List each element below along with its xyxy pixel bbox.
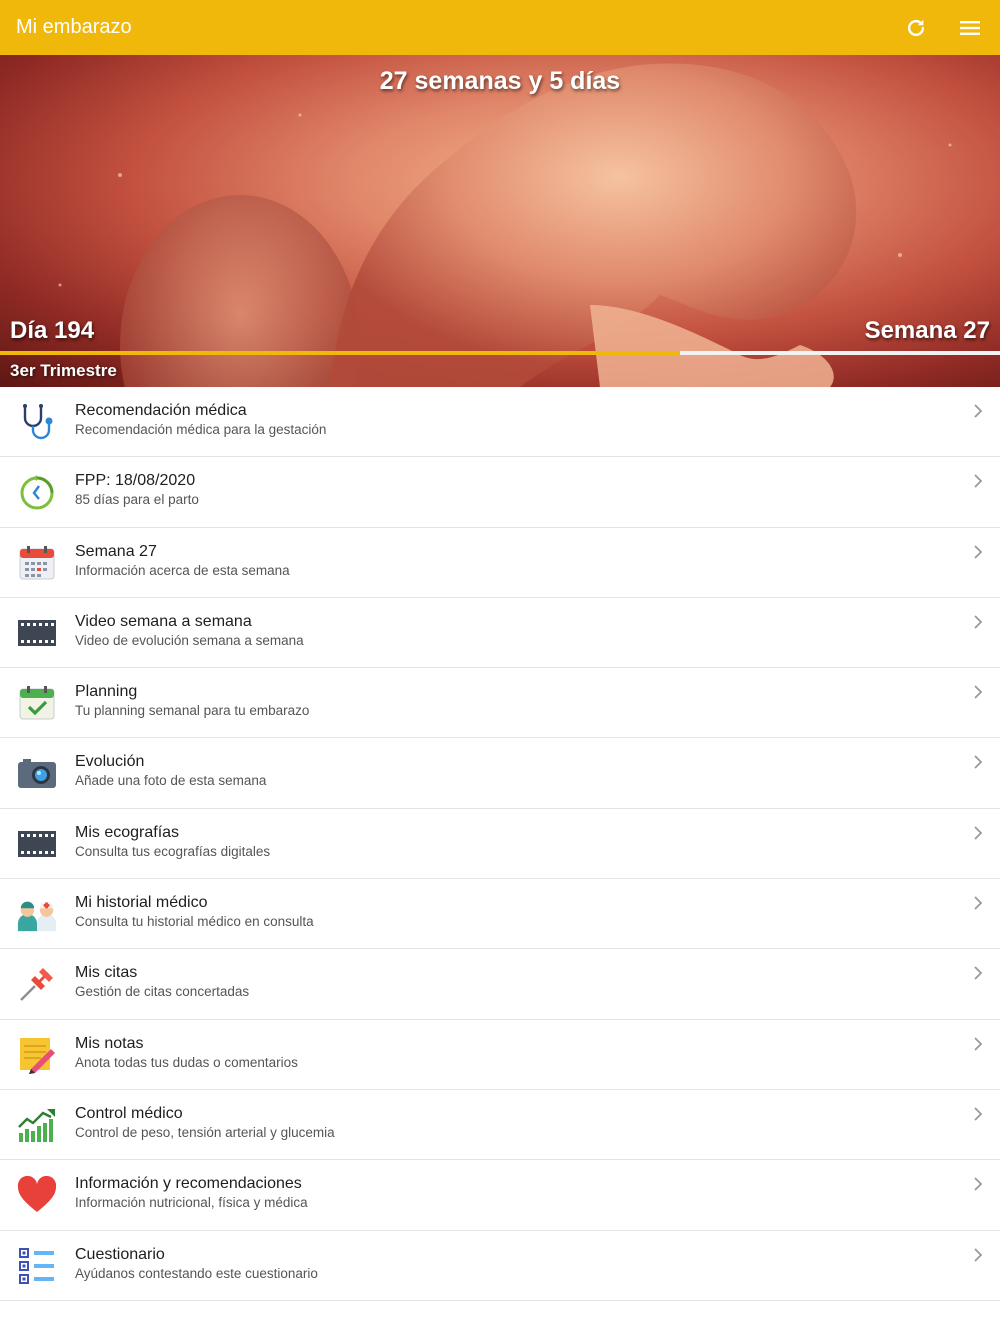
menu-item-citas[interactable]: Mis citas Gestión de citas concertadas bbox=[0, 949, 1000, 1020]
menu-item-subtitle: Información nutricional, física y médica bbox=[75, 1195, 308, 1211]
menu-item-subtitle: Añade una foto de esta semana bbox=[75, 773, 267, 789]
menu-icon[interactable] bbox=[958, 16, 982, 40]
chevron-right-icon bbox=[974, 896, 983, 910]
menu-item-subtitle: Información acerca de esta semana bbox=[75, 562, 290, 578]
chevron-right-icon bbox=[974, 474, 983, 488]
menu-item-title: Mi historial médico bbox=[75, 894, 208, 912]
film-strip-icon bbox=[16, 613, 58, 653]
countdown-clock-icon bbox=[16, 472, 58, 512]
menu-item-title: Video semana a semana bbox=[75, 612, 252, 630]
menu-item-semana[interactable]: Semana 27 Información acerca de esta sem… bbox=[0, 528, 1000, 598]
menu-item-title: Mis ecografías bbox=[75, 823, 180, 841]
menu-item-subtitle: Ayúdanos contestando este cuestionario bbox=[75, 1265, 318, 1281]
checklist-icon bbox=[16, 1246, 58, 1286]
chevron-right-icon bbox=[974, 1177, 983, 1191]
gestation-headline: 27 semanas y 5 días bbox=[379, 67, 621, 95]
calendar-check-icon bbox=[16, 683, 58, 723]
menu-item-title: Cuestionario bbox=[75, 1245, 165, 1263]
trimester-label: 3er Trimestre bbox=[10, 361, 117, 380]
chevron-right-icon bbox=[974, 1247, 983, 1262]
menu-item-subtitle: Recomendación médica para la gestación bbox=[75, 422, 327, 437]
menu-item-video[interactable]: Video semana a semana Video de evolución… bbox=[0, 598, 1000, 669]
menu-item-subtitle: Consulta tus ecografías digitales bbox=[75, 843, 271, 859]
menu-item-title: Control médico bbox=[75, 1104, 183, 1122]
growth-chart-icon bbox=[16, 1105, 58, 1145]
heart-icon bbox=[16, 1175, 58, 1215]
menu-item-notas[interactable]: Mis notas Anota todas tus dudas o coment… bbox=[0, 1020, 1000, 1090]
chevron-right-icon bbox=[974, 1037, 983, 1051]
chevron-right-icon bbox=[974, 404, 983, 418]
camera-icon bbox=[16, 753, 58, 793]
fetus-illustration bbox=[58, 63, 952, 387]
pregnancy-hero: 27 semanas y 5 días Día 194 Semana 27 3e… bbox=[0, 55, 1000, 387]
chevron-right-icon bbox=[974, 755, 983, 770]
menu-item-title: Semana 27 bbox=[75, 542, 157, 560]
menu-item-title: FPP: 18/08/2020 bbox=[75, 472, 196, 490]
menu-list: Recomendación médica Recomendación médic… bbox=[0, 387, 1000, 1301]
menu-item-title: Mis citas bbox=[75, 964, 138, 982]
menu-item-title: Planning bbox=[75, 683, 138, 701]
chevron-right-icon bbox=[974, 615, 983, 629]
app-bar-actions bbox=[904, 0, 982, 55]
chevron-right-icon bbox=[974, 826, 983, 840]
menu-item-subtitle: Control de peso, tensión arterial y gluc… bbox=[75, 1124, 335, 1140]
week-counter: Semana 27 bbox=[864, 317, 990, 344]
menu-item-subtitle: Tu planning semanal para tu embarazo bbox=[75, 703, 310, 719]
film-strip-icon bbox=[16, 824, 58, 864]
day-counter: Día 194 bbox=[10, 317, 95, 344]
menu-item-planning[interactable]: Planning Tu planning semanal para tu emb… bbox=[0, 668, 1000, 739]
menu-item-informacion[interactable]: Información y recomendaciones Informació… bbox=[0, 1160, 1000, 1231]
menu-item-cuestionario[interactable]: Cuestionario Ayúdanos contestando este c… bbox=[0, 1231, 1000, 1301]
app-title: Mi embarazo bbox=[16, 16, 132, 38]
menu-item-historial-medico[interactable]: Mi historial médico Consulta tu historia… bbox=[0, 879, 1000, 950]
menu-item-subtitle: Anota todas tus dudas o comentarios bbox=[75, 1054, 298, 1070]
menu-item-subtitle: Video de evolución semana a semana bbox=[75, 632, 304, 648]
calendar-icon bbox=[16, 543, 58, 583]
pushpin-icon bbox=[16, 964, 58, 1004]
chevron-right-icon bbox=[974, 685, 983, 699]
app-bar: Mi embarazo bbox=[0, 0, 1000, 55]
menu-item-title: Evolución bbox=[75, 753, 145, 771]
notepad-pencil-icon bbox=[16, 1035, 58, 1075]
chevron-right-icon bbox=[974, 966, 983, 981]
refresh-icon[interactable] bbox=[904, 16, 928, 40]
stethoscope-icon bbox=[16, 402, 58, 442]
menu-item-title: Recomendación médica bbox=[75, 402, 247, 419]
pregnancy-progress-fill bbox=[0, 351, 680, 355]
menu-item-subtitle: 85 días para el parto bbox=[75, 492, 199, 508]
menu-item-control-medico[interactable]: Control médico Control de peso, tensión … bbox=[0, 1090, 1000, 1161]
menu-item-title: Información y recomendaciones bbox=[75, 1175, 302, 1193]
chevron-right-icon bbox=[974, 544, 983, 559]
menu-item-fpp[interactable]: FPP: 18/08/2020 85 días para el parto bbox=[0, 457, 1000, 528]
menu-item-subtitle: Consulta tu historial médico en consulta bbox=[75, 914, 314, 930]
pregnancy-progress-bar bbox=[0, 351, 1000, 355]
menu-item-subtitle: Gestión de citas concertadas bbox=[75, 984, 250, 1000]
menu-item-evolucion[interactable]: Evolución Añade una foto de esta semana bbox=[0, 738, 1000, 809]
menu-item-title: Mis notas bbox=[75, 1034, 144, 1052]
chevron-right-icon bbox=[974, 1107, 983, 1121]
menu-item-recomendacion-medica[interactable]: Recomendación médica Recomendación médic… bbox=[0, 387, 1000, 458]
doctors-icon bbox=[16, 894, 58, 934]
menu-item-ecografias[interactable]: Mis ecografías Consulta tus ecografías d… bbox=[0, 809, 1000, 880]
